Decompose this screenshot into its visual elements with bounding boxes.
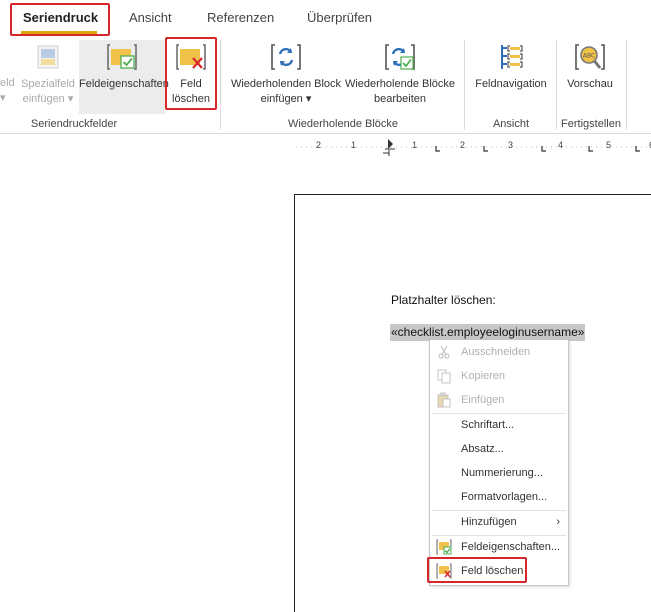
delete-field-label-2: löschen xyxy=(172,93,210,105)
horizontal-ruler[interactable]: 2 1 1 2 3 4 5 6 xyxy=(296,136,651,162)
special-field-label-1: Spezialfeld xyxy=(21,78,75,90)
ruler-ticks xyxy=(296,139,651,156)
group-label-ansicht: Ansicht xyxy=(492,118,530,130)
ruler-number: 5 xyxy=(606,140,612,150)
special-field-label-2: einfügen ▾ xyxy=(22,93,74,105)
field-properties-label: Feldeigenschaften xyxy=(79,78,169,90)
delete-field-label-1: Feld xyxy=(180,78,202,90)
menu-item-copy[interactable]: Kopieren xyxy=(430,365,568,387)
menu-item-numbering[interactable]: Nummerierung... xyxy=(430,462,568,484)
tab-referenzen[interactable]: Referenzen xyxy=(207,10,274,25)
group-label-fertigstellen: Fertigstellen xyxy=(561,118,621,130)
ruler-number: 2 xyxy=(316,140,322,150)
edit-repeating-blocks-button[interactable]: Wiederholende Blöcke bearbeiten xyxy=(344,42,456,107)
menu-item-cut[interactable]: Ausschneiden xyxy=(430,341,568,363)
preview-magnifier-icon: ABC xyxy=(575,44,605,70)
group-separator xyxy=(464,40,465,130)
menu-item-delete-field[interactable]: Feld löschen xyxy=(430,560,568,582)
preview-label: Vorschau xyxy=(567,78,613,90)
insert-repeating-block-button[interactable]: Wiederholenden Block einfügen ▾ xyxy=(229,42,343,107)
menu-item-label: Absatz... xyxy=(461,443,504,455)
field-properties-icon xyxy=(107,44,137,70)
document-heading: Platzhalter löschen: xyxy=(391,293,496,307)
menu-item-label: Hinzufügen xyxy=(461,516,517,528)
ribbon-tabs: Seriendruck Ansicht Referenzen Überprüfe… xyxy=(0,0,651,36)
field-navigation-icon xyxy=(501,45,523,69)
copy-icon xyxy=(437,369,451,384)
menu-item-paragraph[interactable]: Absatz... xyxy=(430,438,568,460)
menu-item-label: Feldeigenschaften... xyxy=(461,541,561,553)
insert-special-field-button[interactable]: Spezialfeld einfügen ▾ xyxy=(19,42,77,107)
preview-button[interactable]: ABC Vorschau xyxy=(562,42,618,92)
insert-field-button-partial[interactable]: eld ▾ xyxy=(0,76,16,106)
menu-item-font[interactable]: Schriftart... xyxy=(430,414,568,436)
group-separator xyxy=(626,40,627,130)
group-separator xyxy=(220,40,221,130)
ribbon-border xyxy=(0,133,651,134)
menu-item-label: Schriftart... xyxy=(461,419,515,431)
submenu-arrow-icon: › xyxy=(556,516,560,528)
menu-item-paste[interactable]: Einfügen xyxy=(430,389,568,411)
menu-item-label: Feld löschen xyxy=(461,565,524,577)
insert-field-dropdown-arrow: ▾ xyxy=(0,92,6,104)
menu-item-label: Kopieren xyxy=(461,370,506,382)
menu-item-add[interactable]: Hinzufügen › xyxy=(430,511,568,533)
field-delete-icon xyxy=(436,563,452,579)
menu-item-label: Einfügen xyxy=(461,394,505,406)
menu-item-label: Ausschneiden xyxy=(461,346,531,358)
field-properties-button[interactable]: Feldeigenschaften xyxy=(79,42,169,92)
tab-seriendruck[interactable]: Seriendruck xyxy=(23,10,98,25)
menu-item-styles[interactable]: Formatvorlagen... xyxy=(430,486,568,508)
ruler-number: 3 xyxy=(508,140,514,150)
ruler-number: 4 xyxy=(558,140,564,150)
delete-field-icon xyxy=(176,44,206,70)
menu-item-label: Nummerierung... xyxy=(461,467,543,479)
edit-repeating-blocks-icon xyxy=(385,44,415,70)
insert-field-label: eld xyxy=(0,77,15,89)
scissors-icon xyxy=(438,345,450,359)
active-tab-indicator xyxy=(21,31,97,34)
insert-repeating-block-label-2: einfügen ▾ xyxy=(260,93,312,105)
insert-repeating-block-label-1: Wiederholenden Block xyxy=(230,78,342,90)
paste-icon xyxy=(437,392,451,408)
svg-text:ABC: ABC xyxy=(583,53,595,60)
tab-ansicht[interactable]: Ansicht xyxy=(129,10,172,25)
menu-item-label: Formatvorlagen... xyxy=(461,491,548,503)
edit-repeating-blocks-label-1: Wiederholende Blöcke xyxy=(344,78,456,90)
edit-repeating-blocks-label-2: bearbeiten xyxy=(374,93,426,105)
field-properties-icon xyxy=(436,539,452,555)
field-navigation-button[interactable]: Feldnavigation xyxy=(471,42,551,92)
group-label-wiederholende-bloecke: Wiederholende Blöcke xyxy=(287,118,399,130)
repeating-block-icon xyxy=(271,44,301,70)
tab-ueberpruefen[interactable]: Überprüfen xyxy=(307,10,372,25)
menu-item-field-properties[interactable]: Feldeigenschaften... xyxy=(430,536,568,558)
delete-field-button[interactable]: Feld löschen xyxy=(167,42,215,107)
ruler-number: 2 xyxy=(460,140,466,150)
field-navigation-label: Feldnavigation xyxy=(475,78,547,90)
ruler-number: 1 xyxy=(412,140,418,150)
ruler-number: 1 xyxy=(351,140,357,150)
group-label-seriendruckfelder: Seriendruckfelder xyxy=(30,118,118,130)
special-field-icon xyxy=(37,45,59,69)
context-menu: Ausschneiden Kopieren Einfügen Schriftar… xyxy=(429,339,569,586)
group-separator xyxy=(556,40,557,130)
